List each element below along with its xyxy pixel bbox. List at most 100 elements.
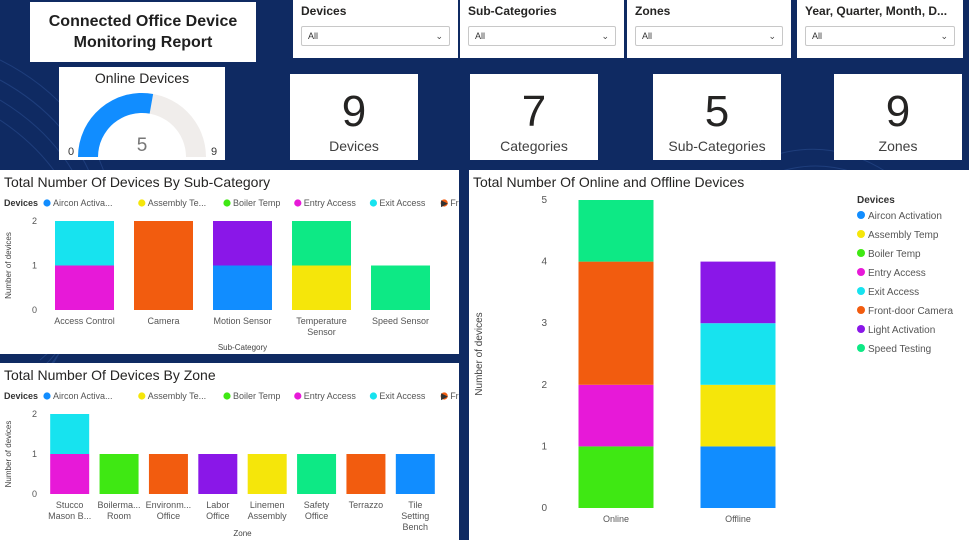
legend-marker (138, 199, 146, 207)
bar-segment[interactable] (50, 454, 90, 494)
y-tick-label: 2 (32, 216, 37, 226)
x-tick-label: Mason B... (48, 511, 91, 521)
x-tick-label: Online (603, 514, 629, 524)
bar-segment[interactable] (55, 221, 114, 266)
bar-segment[interactable] (395, 454, 435, 494)
y-tick-label: 2 (32, 409, 37, 419)
legend-marker (369, 392, 377, 400)
bar-segment[interactable] (700, 323, 776, 385)
legend-marker (857, 325, 865, 333)
bar-segment[interactable] (578, 200, 654, 262)
legend-item[interactable]: Assembly Te... (148, 391, 206, 401)
chart-by-zone[interactable]: Total Number Of Devices By Zone Devices A… (0, 363, 459, 540)
slicer-sub-categories[interactable]: Sub-Categories All ⌄ (460, 0, 624, 58)
x-tick-label: Environm... (146, 500, 192, 510)
bar-segment[interactable] (55, 265, 114, 311)
slicer-devices[interactable]: Devices All ⌄ (293, 0, 458, 58)
x-tick-label: Office (157, 511, 180, 521)
kpi-value: 7 (521, 87, 547, 136)
slicer-date-hierarchy[interactable]: Year, Quarter, Month, D... All ⌄ (797, 0, 963, 58)
legend-marker (223, 392, 231, 400)
bar-segment[interactable] (292, 265, 351, 311)
kpi-zones[interactable]: 9 Zones (834, 74, 962, 160)
bar-segment[interactable] (700, 261, 776, 324)
kpi-categories[interactable]: 7 Categories (470, 74, 598, 160)
kpi-sub-categories[interactable]: 5 Sub-Categories (653, 74, 781, 160)
legend-item[interactable]: Assembly Temp (868, 230, 939, 241)
legend-item[interactable]: Entry Access (868, 268, 926, 279)
report-title: Connected Office Device Monitoring Repor… (30, 2, 256, 62)
bar-segment[interactable] (578, 446, 654, 508)
legend-item[interactable]: Aircon Activa... (53, 391, 113, 401)
legend-item[interactable]: Assembly Te... (148, 198, 206, 208)
slicer-label: Sub-Categories (468, 4, 557, 18)
kpi-devices[interactable]: 9 Devices (290, 74, 418, 160)
bar-segment[interactable] (292, 221, 351, 266)
bar-segment[interactable] (700, 384, 776, 447)
legend-item[interactable]: Boiler Temp (233, 391, 280, 401)
legend-item[interactable]: Exit Access (868, 287, 919, 298)
legend-item[interactable]: Aircon Activation (868, 211, 942, 222)
bar-segment[interactable] (198, 454, 238, 494)
slicer-dropdown[interactable]: All ⌄ (635, 26, 783, 46)
x-tick-label: Camera (147, 316, 179, 326)
bar-segment[interactable] (578, 261, 654, 385)
legend-marker (857, 268, 865, 276)
x-tick-label: Motion Sensor (213, 316, 271, 326)
x-tick-label: Stucco (56, 500, 84, 510)
legend-item[interactable]: Boiler Temp (868, 249, 921, 260)
bar-segment[interactable] (213, 221, 272, 266)
x-tick-label: Office (305, 511, 328, 521)
bar-segment[interactable] (247, 454, 287, 494)
chevron-down-icon: ⌄ (435, 30, 443, 41)
x-tick-label: Setting (401, 511, 429, 521)
bar-segment[interactable] (371, 265, 430, 311)
legend-item[interactable]: Boiler Temp (233, 198, 280, 208)
legend-item[interactable]: Entry Access (304, 391, 357, 401)
bar-segment[interactable] (134, 221, 193, 310)
slicer-zones[interactable]: Zones All ⌄ (627, 0, 791, 58)
bar-segment[interactable] (50, 414, 90, 454)
slicer-dropdown[interactable]: All ⌄ (805, 26, 955, 46)
legend-item[interactable]: Light Activation (868, 325, 935, 336)
legend-item[interactable]: Aircon Activa... (53, 198, 113, 208)
y-tick-label: 0 (32, 305, 37, 315)
x-tick-label: Offline (725, 514, 751, 524)
bar-segment[interactable] (346, 454, 386, 494)
slicer-dropdown[interactable]: All ⌄ (301, 26, 450, 46)
chart-online-offline[interactable]: Total Number Of Online and Offline Devic… (469, 170, 969, 540)
legend-item[interactable]: Speed Testing (868, 344, 931, 355)
bar-segment[interactable] (578, 384, 654, 447)
bar-segment[interactable] (99, 454, 139, 494)
legend-item[interactable]: Front-door Camera (868, 306, 953, 317)
legend-item[interactable]: Exit Access (379, 198, 426, 208)
chevron-down-icon: ⌄ (601, 30, 609, 41)
legend-title: Devices (857, 195, 895, 206)
bar-segment[interactable] (213, 265, 272, 311)
legend-marker (43, 199, 51, 207)
legend-item[interactable]: Entry Access (304, 198, 357, 208)
chevron-down-icon: ⌄ (768, 30, 776, 41)
y-tick-label: 2 (541, 380, 547, 391)
chart-by-sub-category[interactable]: Total Number Of Devices By Sub-Category … (0, 170, 459, 354)
legend-item[interactable]: Exit Access (379, 391, 426, 401)
bar-segment[interactable] (148, 454, 188, 494)
legend-next-icon[interactable]: ▶ (441, 391, 448, 401)
y-axis-label: Number of devices (474, 312, 485, 395)
legend-title: Devices (4, 198, 38, 208)
online-devices-gauge[interactable]: Online Devices 5 0 9 (59, 67, 225, 160)
y-tick-label: 1 (32, 261, 37, 271)
gauge-max: 9 (211, 146, 217, 158)
x-tick-label: Labor (206, 500, 229, 510)
slicer-dropdown[interactable]: All ⌄ (468, 26, 616, 46)
y-tick-label: 3 (541, 318, 547, 329)
bar-segment[interactable] (700, 446, 776, 508)
y-tick-label: 5 (541, 195, 547, 206)
legend-next-icon[interactable]: ▶ (441, 198, 448, 208)
legend-item[interactable]: Front-door ... (450, 391, 459, 401)
y-axis-label: Number of devices (4, 421, 13, 488)
x-tick-label: Office (206, 511, 229, 521)
legend-item[interactable]: Front-door ... (450, 198, 459, 208)
bar-segment[interactable] (297, 454, 337, 494)
x-axis-label: Zone (233, 529, 252, 538)
